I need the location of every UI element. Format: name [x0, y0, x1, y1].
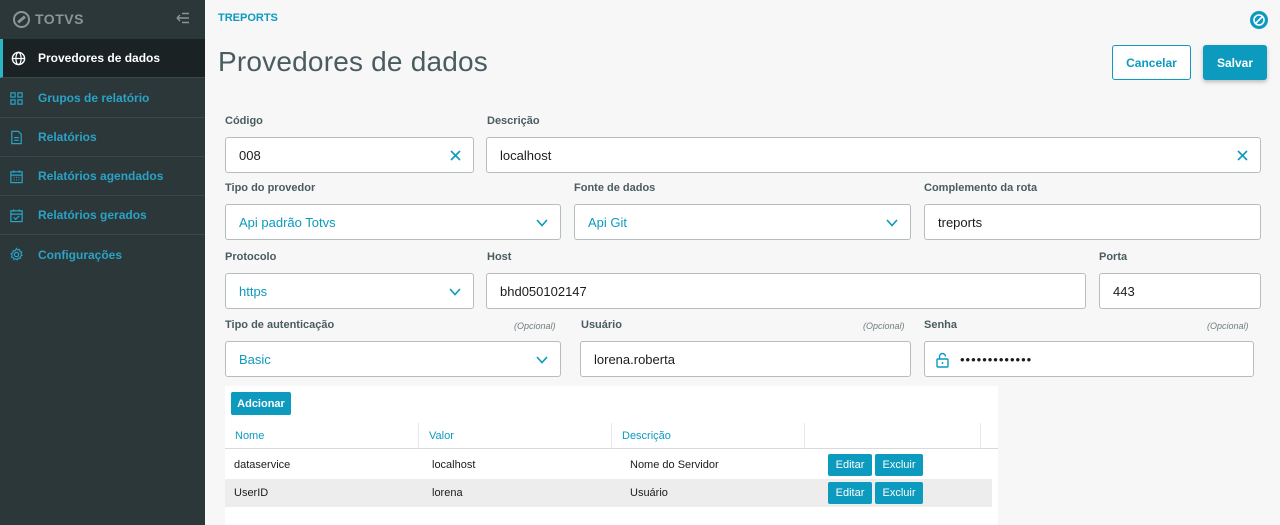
- sidebar-item-label: Relatórios agendados: [38, 169, 164, 183]
- table-row: dataservice localhost Nome do Servidor E…: [225, 451, 992, 479]
- host-field[interactable]: bhd050102147: [486, 273, 1086, 309]
- usuario-value: lorena.roberta: [594, 351, 675, 367]
- fonte-dados-select[interactable]: Api Git: [574, 204, 911, 240]
- tipo-autenticacao-label: Tipo de autenticação: [225, 319, 335, 331]
- host-label: Host: [487, 251, 512, 263]
- complemento-rota-value: treports: [938, 214, 983, 230]
- sidebar-item-relatorios[interactable]: Relatórios: [0, 118, 205, 157]
- column-header-actions: [805, 423, 981, 449]
- cell-descricao: Nome do Servidor: [630, 459, 719, 471]
- porta-label: Porta: [1099, 251, 1128, 263]
- cell-valor: localhost: [432, 459, 476, 471]
- descricao-field[interactable]: localhost: [486, 137, 1261, 173]
- descricao-label: Descrição: [487, 115, 540, 127]
- calendar-icon: [10, 170, 23, 184]
- sidebar-header: TOTVS: [0, 0, 205, 38]
- tipo-autenticacao-value: Basic: [239, 351, 271, 367]
- cell-descricao: Usuário: [630, 487, 668, 499]
- cell-nome: UserID: [234, 487, 269, 499]
- clear-icon[interactable]: [1237, 150, 1248, 161]
- add-button[interactable]: Adcionar: [231, 392, 291, 415]
- table-row: UserID lorena Usuário Editar Excluir: [225, 479, 992, 507]
- sidebar-item-label: Configurações: [38, 247, 123, 262]
- usuario-field[interactable]: lorena.roberta: [580, 341, 911, 377]
- sidebar-item-label: Relatórios gerados: [38, 208, 147, 222]
- sidebar: TOTVS Provedores de dados Grupos de rela…: [0, 0, 205, 525]
- column-header-descricao[interactable]: Descrição: [612, 423, 805, 449]
- column-header-valor[interactable]: Valor: [419, 423, 612, 449]
- fonte-dados-value: Api Git: [588, 214, 628, 230]
- delete-button[interactable]: Excluir: [875, 454, 923, 476]
- host-value: bhd050102147: [500, 283, 587, 299]
- password-field[interactable]: •••••••••••••: [924, 341, 1254, 377]
- sidebar-item-relatorios-agendados[interactable]: Relatórios agendados: [0, 157, 205, 196]
- tipo-autenticacao-select[interactable]: Basic: [225, 341, 561, 377]
- tipo-provedor-select[interactable]: Api padrão Totvs: [225, 204, 561, 240]
- help-icon[interactable]: [1250, 11, 1268, 29]
- senha-label: Senha: [924, 319, 958, 331]
- usuario-label: Usuário: [581, 319, 622, 331]
- brand-logo: TOTVS: [13, 10, 84, 28]
- edit-button[interactable]: Editar: [828, 454, 872, 476]
- sidebar-item-configuracoes[interactable]: Configurações: [0, 235, 205, 274]
- edit-button[interactable]: Editar: [828, 482, 872, 504]
- codigo-label: Código: [225, 115, 263, 127]
- column-header-spacer: [981, 423, 998, 449]
- chevron-down-icon: [449, 288, 461, 296]
- descricao-value: localhost: [500, 147, 552, 163]
- codigo-value: 008: [239, 147, 261, 163]
- sidebar-item-provedores[interactable]: Provedores de dados: [0, 39, 205, 78]
- column-header-nome[interactable]: Nome: [225, 423, 419, 449]
- protocolo-value: https: [239, 283, 268, 299]
- optional-tag: (Opcional): [514, 321, 556, 331]
- chevron-down-icon: [886, 219, 898, 227]
- calendar-check-icon: [10, 209, 23, 223]
- breadcrumb[interactable]: TREPORTS: [218, 12, 278, 24]
- tipo-provedor-value: Api padrão Totvs: [239, 214, 336, 230]
- gear-icon: [10, 247, 23, 261]
- sidebar-item-label: Relatórios: [38, 130, 97, 144]
- collapse-menu-icon[interactable]: [176, 12, 190, 24]
- totvs-logo-icon: [13, 10, 30, 28]
- protocolo-label: Protocolo: [225, 251, 277, 263]
- sidebar-item-label: Provedores de dados: [38, 51, 161, 65]
- page-title: Provedores de dados: [218, 46, 488, 77]
- porta-field[interactable]: 443: [1099, 273, 1261, 309]
- delete-button[interactable]: Excluir: [875, 482, 923, 504]
- globe-icon: [11, 51, 26, 66]
- optional-tag: (Opcional): [863, 321, 905, 331]
- sidebar-item-label: Grupos de relatório: [38, 91, 150, 105]
- grid-icon: [10, 92, 23, 105]
- cell-nome: dataservice: [234, 459, 291, 471]
- complemento-rota-field[interactable]: treports: [924, 204, 1261, 240]
- fonte-dados-label: Fonte de dados: [574, 182, 656, 194]
- sidebar-item-relatorios-gerados[interactable]: Relatórios gerados: [0, 196, 205, 235]
- chevron-down-icon: [536, 356, 548, 364]
- cancel-button[interactable]: Cancelar: [1112, 45, 1191, 80]
- sidebar-item-grupos[interactable]: Grupos de relatório: [0, 79, 205, 118]
- codigo-field[interactable]: 008: [225, 137, 474, 173]
- porta-value: 443: [1113, 283, 1135, 299]
- complemento-rota-label: Complemento da rota: [924, 182, 1038, 194]
- lock-icon: [936, 352, 949, 368]
- document-icon: [11, 130, 22, 145]
- password-value: •••••••••••••: [960, 351, 1033, 367]
- save-button[interactable]: Salvar: [1203, 45, 1267, 80]
- optional-tag: (Opcional): [1207, 321, 1249, 331]
- brand-name: TOTVS: [35, 11, 84, 27]
- tipo-provedor-label: Tipo do provedor: [225, 182, 316, 194]
- chevron-down-icon: [536, 219, 548, 227]
- cell-valor: lorena: [432, 487, 463, 499]
- clear-icon[interactable]: [450, 150, 461, 161]
- protocolo-select[interactable]: https: [225, 273, 474, 309]
